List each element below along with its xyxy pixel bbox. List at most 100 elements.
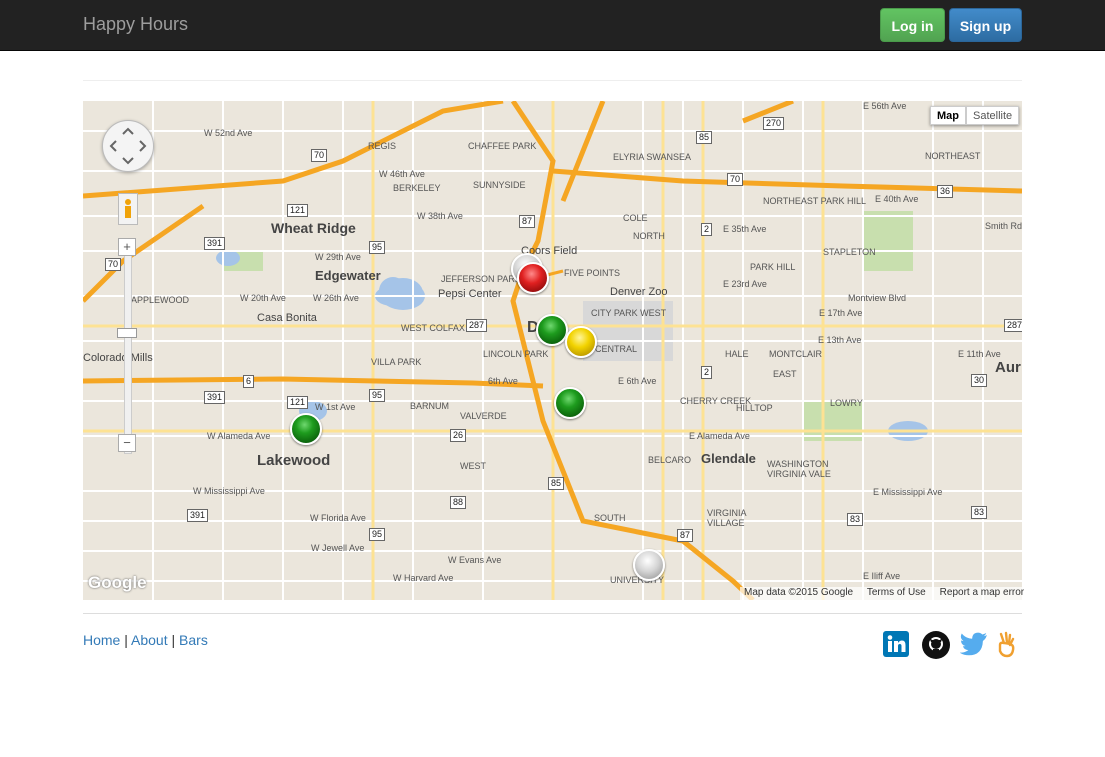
highway-shield: 287: [1004, 319, 1022, 332]
twitter-icon[interactable]: [959, 631, 988, 657]
city-label: Edgewater: [315, 268, 381, 283]
report-map-error-link[interactable]: Report a map error: [940, 587, 1024, 598]
highway-shield: 30: [971, 374, 988, 387]
neighborhood-label: APPLEWOOD: [131, 295, 190, 305]
google-logo: Google: [88, 573, 147, 592]
pan-arrows-icon: [109, 127, 147, 165]
street-label: W Mississippi Ave: [193, 486, 265, 496]
street-label: W Evans Ave: [448, 555, 502, 565]
highway-shield: 287: [466, 319, 488, 332]
highway-shield: 2: [701, 366, 713, 379]
map-base: [83, 101, 1022, 600]
map-type-control: Map Satellite: [930, 106, 1020, 125]
bar-marker-green[interactable]: [536, 314, 568, 346]
street-label: W Alameda Ave: [207, 431, 271, 441]
neighborhood-label: STAPLETON: [823, 247, 876, 257]
footer-about-link[interactable]: About: [131, 632, 168, 648]
highway-shield: 95: [369, 528, 386, 541]
highway-shield: 70: [311, 149, 328, 162]
city-label: Glendale: [701, 451, 756, 466]
zoom-in-button[interactable]: +: [118, 238, 136, 256]
github-icon[interactable]: [921, 631, 951, 659]
neighborhood-label: WASHINGTON VIRGINIA VALE: [767, 459, 831, 479]
highway-shield: 85: [696, 131, 713, 144]
neighborhood-label: NORTHEAST PARK HILL: [763, 196, 867, 206]
place-label: Casa Bonita: [257, 312, 317, 324]
street-label: E Iliff Ave: [863, 571, 901, 581]
map-canvas[interactable]: Wheat Ridge Edgewater Lakewood Glendale …: [83, 101, 1022, 600]
neighborhood-label: NORTH: [633, 231, 665, 241]
zoom-out-button[interactable]: −: [118, 434, 136, 452]
street-label: 6th Ave: [488, 376, 518, 386]
highway-shield: 36: [937, 185, 954, 198]
neighborhood-label: LINCOLN PARK: [483, 349, 549, 359]
bar-marker-red[interactable]: [517, 262, 549, 294]
navbar: Happy Hours Log in Sign up: [0, 0, 1105, 51]
map-type-map-button[interactable]: Map: [930, 106, 966, 125]
bar-marker-yellow[interactable]: [565, 326, 597, 358]
street-label: W 1st Ave: [315, 402, 356, 412]
neighborhood-label: COLE: [623, 213, 648, 223]
footer-nav: Home | About | Bars: [83, 632, 208, 648]
street-label: Montview Blvd: [848, 293, 907, 303]
street-label: E 56th Ave: [863, 101, 907, 111]
neighborhood-label: BELCARO: [648, 455, 692, 465]
terms-of-use-link[interactable]: Terms of Use: [867, 587, 926, 598]
bar-marker-grey[interactable]: [633, 549, 665, 581]
street-label: W 52nd Ave: [204, 128, 253, 138]
city-label: Wheat Ridge: [271, 220, 356, 236]
bar-marker-green[interactable]: [290, 413, 322, 445]
street-label: E 35th Ave: [723, 224, 767, 234]
neighborhood-label: FIVE POINTS: [564, 268, 621, 278]
highway-shield: 391: [204, 237, 226, 250]
linkedin-icon[interactable]: [883, 631, 909, 657]
separator: |: [171, 632, 176, 648]
street-label: E 23rd Ave: [723, 279, 767, 289]
footer-home-link[interactable]: Home: [83, 632, 120, 648]
street-label: W Harvard Ave: [393, 573, 454, 583]
street-label: E 6th Ave: [618, 376, 657, 386]
highway-shield: 391: [187, 509, 209, 522]
bar-marker-green[interactable]: [554, 387, 586, 419]
neighborhood-label: ELYRIA SWANSEA: [613, 152, 692, 162]
map-type-satellite-button[interactable]: Satellite: [966, 106, 1020, 125]
login-button[interactable]: Log in: [880, 8, 945, 42]
street-label: E Mississippi Ave: [873, 487, 943, 497]
pan-control[interactable]: [102, 120, 154, 172]
footer-bars-link[interactable]: Bars: [179, 632, 208, 648]
highway-shield: 88: [450, 496, 467, 509]
street-label: W 26th Ave: [313, 293, 359, 303]
neighborhood-label: HALE: [725, 349, 749, 359]
highway-shield: 270: [763, 117, 785, 130]
angellist-icon[interactable]: [996, 631, 1018, 658]
highway-shield: 87: [519, 215, 536, 228]
zoom-slider-handle[interactable]: [117, 328, 137, 338]
top-divider: [83, 80, 1022, 81]
highway-shield: 95: [369, 241, 386, 254]
neighborhood-label: VALVERDE: [460, 411, 507, 421]
zoom-slider-track[interactable]: [124, 238, 132, 454]
neighborhood-label: VIRGINIA VILLAGE: [707, 508, 747, 528]
street-label: E Alameda Ave: [689, 431, 750, 441]
signup-button[interactable]: Sign up: [949, 8, 1022, 42]
neighborhood-label: BERKELEY: [393, 183, 441, 193]
neighborhood-label: EAST: [773, 369, 797, 379]
pegman-icon[interactable]: [118, 193, 138, 225]
highway-shield: 70: [727, 173, 744, 186]
highway-shield: 121: [287, 204, 309, 217]
neighborhood-label: PARK HILL: [750, 262, 796, 272]
highway-shield: 391: [204, 391, 226, 404]
neighborhood-label: REGIS: [368, 141, 397, 151]
highway-shield: 6: [243, 375, 255, 388]
neighborhood-label: VILLA PARK: [371, 357, 422, 367]
highway-shield: 85: [548, 477, 565, 490]
separator: |: [124, 632, 128, 648]
neighborhood-label: WEST COLFAX: [401, 323, 465, 333]
street-label: E 40th Ave: [875, 194, 919, 204]
highway-shield: 95: [369, 389, 386, 402]
brand-logo[interactable]: Happy Hours: [83, 14, 188, 35]
map-data-label: Map data ©2015 Google: [744, 587, 854, 598]
highway-shield: 26: [450, 429, 467, 442]
highway-shield: 121: [287, 396, 309, 409]
neighborhood-label: HILLTOP: [736, 403, 773, 413]
